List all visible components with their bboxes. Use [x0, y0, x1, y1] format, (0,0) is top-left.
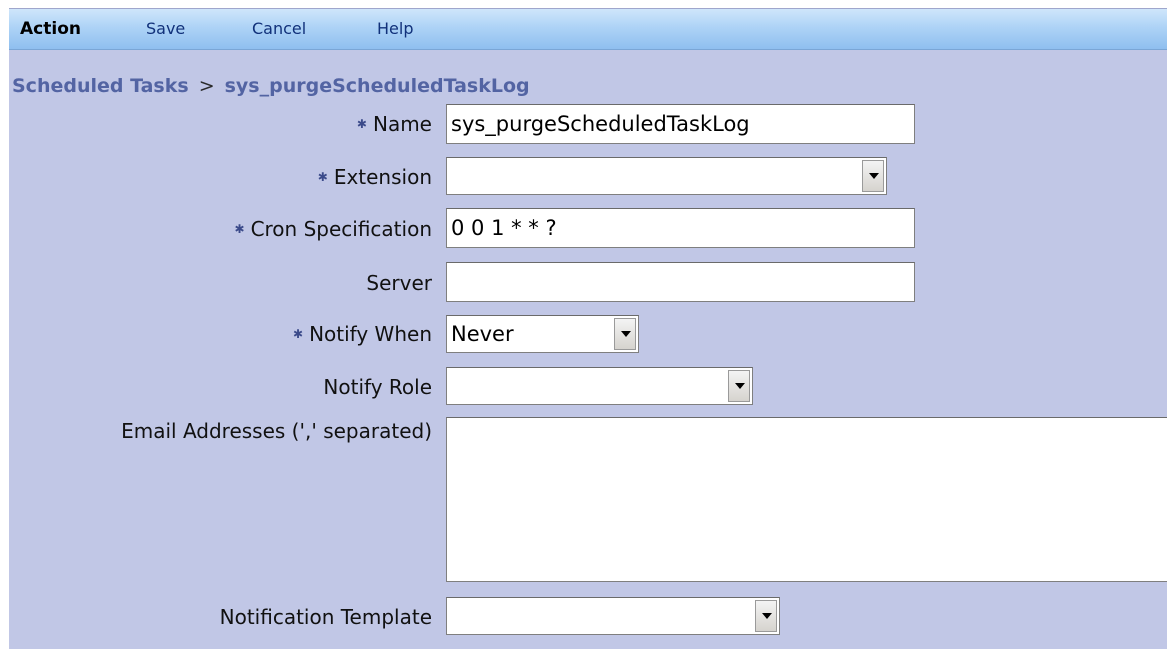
cron-field-value: 0 0 1 * * ?: [451, 216, 557, 240]
breadcrumb-current: sys_purgeScheduledTaskLog: [224, 75, 530, 97]
toolbar: Action Save Cancel Help: [9, 9, 1167, 50]
notification-template-label: Notification Template: [220, 605, 432, 629]
asterisk-icon: ✱: [317, 170, 328, 184]
cron-label: ✱ Cron Specification: [235, 217, 433, 241]
notification-template-select[interactable]: [446, 597, 780, 635]
notify-role-select[interactable]: [446, 367, 753, 405]
cron-label-text: Cron Specification: [250, 217, 432, 241]
extension-label: ✱ Extension: [318, 165, 432, 189]
notify-when-select[interactable]: Never: [446, 315, 639, 353]
task-editor: Action Save Cancel Help Scheduled Tasks >…: [9, 8, 1167, 649]
chevron-down-icon[interactable]: [755, 600, 777, 632]
breadcrumb-separator: >: [198, 75, 215, 97]
server-label: Server: [366, 271, 432, 295]
breadcrumb-parent-link[interactable]: Scheduled Tasks: [12, 75, 189, 97]
notify-when-select-value: Never: [451, 322, 514, 346]
chevron-down-icon[interactable]: [862, 160, 884, 192]
name-field-value: sys_purgeScheduledTaskLog: [451, 112, 750, 136]
server-field[interactable]: [446, 262, 915, 302]
asterisk-icon: ✱: [234, 222, 245, 236]
chevron-down-icon[interactable]: [728, 370, 750, 402]
notify-when-label-text: Notify When: [309, 322, 432, 346]
cron-field[interactable]: 0 0 1 * * ?: [446, 208, 915, 248]
cancel-button[interactable]: Cancel: [252, 9, 306, 49]
asterisk-icon: ✱: [356, 117, 367, 131]
server-label-text: Server: [366, 271, 432, 295]
email-addresses-label-text: Email Addresses (',' separated): [121, 419, 432, 443]
save-button[interactable]: Save: [146, 9, 185, 49]
chevron-down-icon[interactable]: [614, 318, 636, 350]
notify-role-label-text: Notify Role: [323, 375, 432, 399]
asterisk-icon: ✱: [293, 327, 304, 341]
action-menu-label: Action: [20, 19, 81, 39]
help-button[interactable]: Help: [377, 9, 413, 49]
email-addresses-label: Email Addresses (',' separated): [121, 419, 432, 443]
breadcrumb: Scheduled Tasks > sys_purgeScheduledTaskLo…: [12, 75, 530, 97]
name-label-text: Name: [372, 112, 432, 136]
name-field[interactable]: sys_purgeScheduledTaskLog: [446, 104, 915, 144]
extension-label-text: Extension: [333, 165, 432, 189]
email-addresses-textarea[interactable]: [446, 417, 1167, 582]
notify-role-label: Notify Role: [323, 375, 432, 399]
notify-when-label: ✱ Notify When: [293, 322, 432, 346]
extension-select[interactable]: [446, 157, 887, 195]
name-label: ✱ Name: [357, 112, 432, 136]
notification-template-label-text: Notification Template: [219, 605, 432, 629]
